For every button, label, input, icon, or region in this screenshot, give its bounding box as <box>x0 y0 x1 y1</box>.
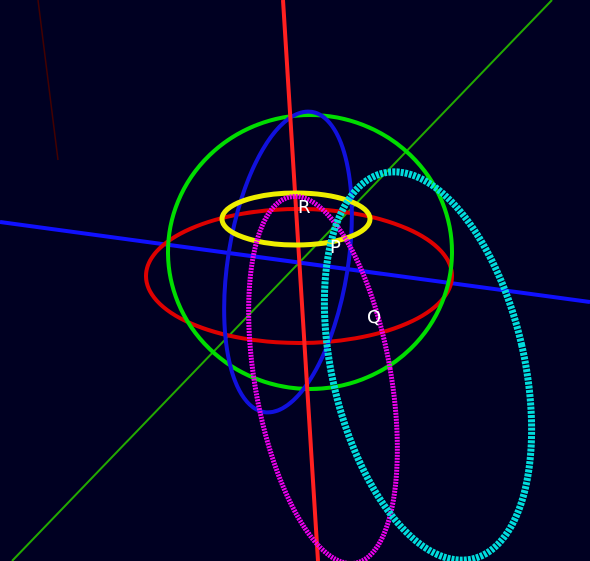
point-p-label: P <box>330 237 341 258</box>
point-r-label: R <box>298 197 311 218</box>
point-q-label: Q <box>367 307 381 328</box>
3d-sphere-scene[interactable]: R P Q <box>0 0 590 561</box>
